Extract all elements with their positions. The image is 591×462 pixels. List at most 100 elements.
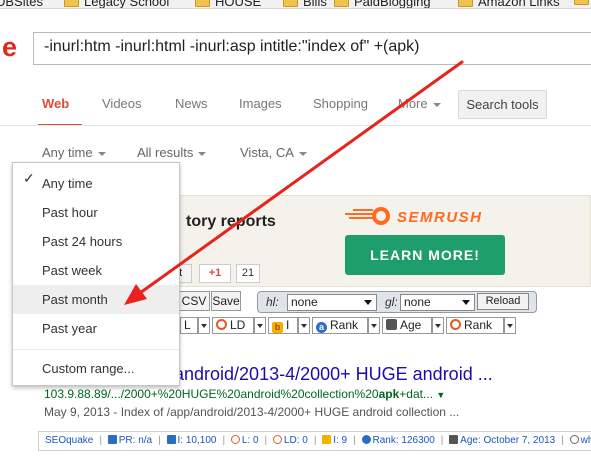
rank-value: Rank: 126300 [372, 435, 435, 446]
dropdown-arrow-icon [435, 323, 441, 328]
bookmark-label: DBSites [0, 0, 43, 9]
filter-location-label: Vista, CA [240, 145, 294, 160]
tab-videos[interactable]: Videos [102, 96, 142, 111]
dropdown-arrow-icon [507, 323, 513, 328]
dropdown-arrow-icon [257, 323, 263, 328]
bookmark-paidblogging[interactable]: PaidBlogging [334, 0, 431, 9]
param-l[interactable]: L [180, 317, 198, 334]
menu-item-past-week[interactable]: Past week [13, 256, 179, 285]
bookmark-folder-partial[interactable] [574, 0, 591, 5]
param-age-dropdown[interactable] [432, 317, 444, 334]
param-ld[interactable]: LD [212, 317, 254, 334]
reload-button[interactable]: Reload [477, 293, 529, 310]
gl-select[interactable]: none [400, 294, 475, 311]
hl-select[interactable]: none [287, 294, 377, 311]
bookmark-amazon-links[interactable]: Amazon Links [458, 0, 560, 8]
bookmark-dbsites[interactable]: DBSites [0, 0, 43, 9]
result-url-bold: apk [378, 387, 400, 401]
dropdown-arrow-icon [462, 300, 470, 305]
bing-icon: b [272, 322, 283, 333]
ld-icon [216, 319, 227, 330]
param-semrush-rank[interactable]: Rank [446, 317, 504, 334]
whois-metric[interactable]: wh [569, 435, 591, 446]
pr-metric[interactable]: PR: n/a [107, 435, 152, 446]
menu-item-past-24-hours[interactable]: Past 24 hours [13, 227, 179, 256]
tab-images[interactable]: Images [239, 96, 282, 111]
param-i-dropdown[interactable] [298, 317, 310, 334]
folder-icon [334, 0, 349, 7]
bookmark-legacy-school[interactable]: Legacy School [64, 0, 170, 9]
dropdown-arrow-icon [301, 323, 307, 328]
tabs-divider [0, 125, 591, 126]
param-rank2-label: Rank [464, 318, 493, 332]
param-rank2-dropdown[interactable] [504, 317, 516, 334]
seoquake-params-row: L LD bI a Rank Age Rank [150, 317, 520, 335]
param-bing-index[interactable]: bI [268, 317, 298, 334]
gl-value: none [404, 295, 431, 309]
dropdown-arrow-icon [201, 323, 207, 328]
result-url-prefix: 103.9.88.89/.../2000+%20HUGE%20android%2… [44, 387, 379, 401]
learn-more-button[interactable]: LEARN MORE! [345, 235, 505, 275]
calendar-icon [449, 435, 459, 444]
ld-value: LD: 0 [283, 435, 308, 446]
tab-web[interactable]: Web [42, 96, 69, 111]
time-filter-menu: ✓ Any time Past hour Past 24 hours Past … [12, 162, 180, 386]
caret-down-icon [432, 102, 441, 107]
tab-more-label: More [398, 96, 428, 111]
links-value: L: 0 [241, 435, 259, 446]
dropdown-arrow-icon [364, 300, 372, 305]
seoquake-toolbar: CSV Save hl: none gl: none Reload [150, 291, 537, 313]
param-rank-dropdown[interactable] [368, 317, 380, 334]
search-tools-button[interactable]: Search tools [458, 90, 547, 119]
folder-icon [574, 0, 589, 5]
tab-shopping[interactable]: Shopping [313, 96, 368, 111]
folder-icon [283, 0, 298, 7]
menu-item-past-hour[interactable]: Past hour [13, 198, 179, 227]
filter-location[interactable]: Vista, CA [240, 145, 307, 160]
ad-title: tory reports [186, 213, 276, 230]
param-age[interactable]: Age [382, 317, 432, 334]
semrush-wordmark: SEMRUSH [397, 209, 483, 226]
links-metric[interactable]: L: 0 [230, 435, 259, 446]
caret-down-icon [97, 151, 106, 156]
age-metric[interactable]: Age: October 7, 2013 [449, 435, 555, 446]
semrush-icon [450, 319, 461, 330]
bookmark-bills[interactable]: Bills [283, 0, 327, 9]
tab-more[interactable]: More [398, 96, 441, 111]
google-logo[interactable]: e [2, 32, 17, 63]
seoquake-label[interactable]: SEOquake [45, 435, 93, 446]
menu-item-custom-range[interactable]: Custom range... [13, 354, 179, 383]
csv-button[interactable]: CSV [178, 291, 210, 311]
save-button[interactable]: Save [211, 291, 241, 311]
param-rank[interactable]: a Rank [312, 317, 368, 334]
result-title-link[interactable]: android/2013-4/2000+ HUGE android ... [174, 364, 493, 385]
ld-metric[interactable]: LD: 0 [272, 435, 308, 446]
alexa-icon: a [316, 322, 327, 333]
menu-item-past-year[interactable]: Past year [13, 314, 179, 343]
bookmark-label: Bills [303, 0, 327, 9]
url-dropdown-icon[interactable]: ▼ [436, 390, 445, 400]
gl-label: gl: [385, 295, 398, 309]
result-url: 103.9.88.89/.../2000+%20HUGE%20android%2… [44, 387, 445, 401]
bookmark-label: Legacy School [84, 0, 170, 9]
index-value: I: 10,100 [177, 435, 217, 446]
menu-item-past-month[interactable]: Past month [13, 285, 179, 314]
param-age-label: Age [400, 318, 422, 332]
param-rank-label: Rank [330, 318, 359, 332]
bookmark-house[interactable]: HOUSE [195, 0, 261, 8]
index-metric[interactable]: I: 10,100 [166, 435, 217, 446]
tab-news[interactable]: News [175, 96, 208, 111]
bing-metric[interactable]: I: 9 [322, 435, 347, 446]
param-l-dropdown[interactable] [198, 317, 210, 334]
filter-results[interactable]: All results [137, 145, 207, 160]
param-ld-label: LD [230, 318, 246, 332]
filter-time[interactable]: Any time [42, 145, 106, 160]
google-plus-button[interactable]: +1 [199, 264, 231, 283]
bookmark-label: PaidBlogging [354, 0, 431, 9]
menu-divider [13, 349, 179, 350]
menu-item-any-time[interactable]: Any time [13, 169, 179, 198]
rank-metric[interactable]: Rank: 126300 [361, 435, 435, 446]
param-ld-dropdown[interactable] [254, 317, 266, 334]
result-url-suffix: +dat... [399, 387, 433, 401]
ld-icon [272, 435, 282, 444]
